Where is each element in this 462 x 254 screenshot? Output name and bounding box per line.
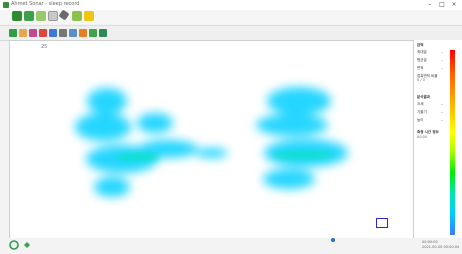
report-icon[interactable] (72, 11, 82, 21)
chart-icon[interactable] (19, 29, 27, 37)
avg-pressure-label: 평균압 (417, 58, 427, 62)
open-icon[interactable] (12, 11, 22, 21)
settings-icon[interactable] (84, 11, 94, 21)
timeline-slider-thumb[interactable] (331, 238, 335, 242)
height-label: 높이 (417, 118, 424, 122)
height-value: -- (441, 118, 444, 122)
max-pressure-label: 최대압 (417, 50, 427, 54)
posture-value: -- (441, 102, 444, 106)
printer-icon[interactable] (59, 29, 67, 37)
reset-icon[interactable] (22, 240, 32, 250)
pressure-heatmap (75, 87, 348, 197)
contact-ratio-value: 0 / 0 (417, 78, 425, 82)
alert-icon[interactable] (39, 29, 47, 37)
time-value: 00:00 (417, 135, 428, 139)
home-icon[interactable] (9, 29, 17, 37)
bottom-bar: 00:00:00 2021-00-00 00:00:00 (0, 238, 462, 254)
export-icon[interactable] (89, 29, 97, 37)
graph-icon[interactable] (79, 29, 87, 37)
status-date: 2021-00-00 00:00:00 (422, 245, 460, 249)
save-icon[interactable] (48, 11, 58, 21)
title-bar: Ahmet Sonar - sleep record – □ × (0, 0, 462, 10)
main-toolbar (0, 9, 462, 24)
pressure-map-canvas[interactable]: 25 (9, 40, 414, 240)
app-icon (3, 2, 9, 8)
frame-number: 25 (41, 44, 48, 50)
window-title: Ahmet Sonar - sleep record (11, 1, 80, 7)
avg-pressure-value: -- (441, 58, 444, 62)
heat-core-right (274, 150, 334, 160)
heat-core-left (116, 152, 160, 162)
analysis-section-title: 분석결과 (417, 95, 430, 99)
selection-marker[interactable] (376, 218, 388, 228)
area-label: 면적 (417, 66, 424, 70)
info-panel: 압력 최대압 -- 평균압 -- 면적 -- 접촉면적 비율 0 / 0 분석결… (414, 40, 462, 238)
tilt-label: 기울기 (417, 110, 427, 114)
heat-region-right (256, 87, 348, 189)
posture-label: 자세 (417, 102, 424, 106)
tilt-value: -- (441, 110, 444, 114)
edit-icon[interactable] (58, 9, 70, 21)
table-icon[interactable] (69, 29, 77, 37)
heat-region-left (75, 88, 228, 197)
maximize-button[interactable]: □ (437, 0, 447, 9)
area-value: -- (441, 66, 444, 70)
view-3d-icon[interactable] (49, 29, 57, 37)
status-time: 00:00:00 (422, 240, 438, 244)
minimize-button[interactable]: – (425, 0, 435, 9)
view-toolbar (0, 25, 462, 41)
record-icon[interactable] (24, 11, 34, 21)
pressure-color-scale (450, 50, 455, 235)
refresh-icon[interactable] (9, 240, 19, 250)
pressure-section-title: 압력 (417, 43, 424, 47)
time-section-title: 측정 시간 정보 (417, 130, 439, 134)
pressure-icon[interactable] (29, 29, 37, 37)
max-pressure-value: -- (441, 50, 444, 54)
layout-icon[interactable] (99, 29, 107, 37)
close-button[interactable]: × (449, 0, 459, 9)
play-icon[interactable] (36, 11, 46, 21)
